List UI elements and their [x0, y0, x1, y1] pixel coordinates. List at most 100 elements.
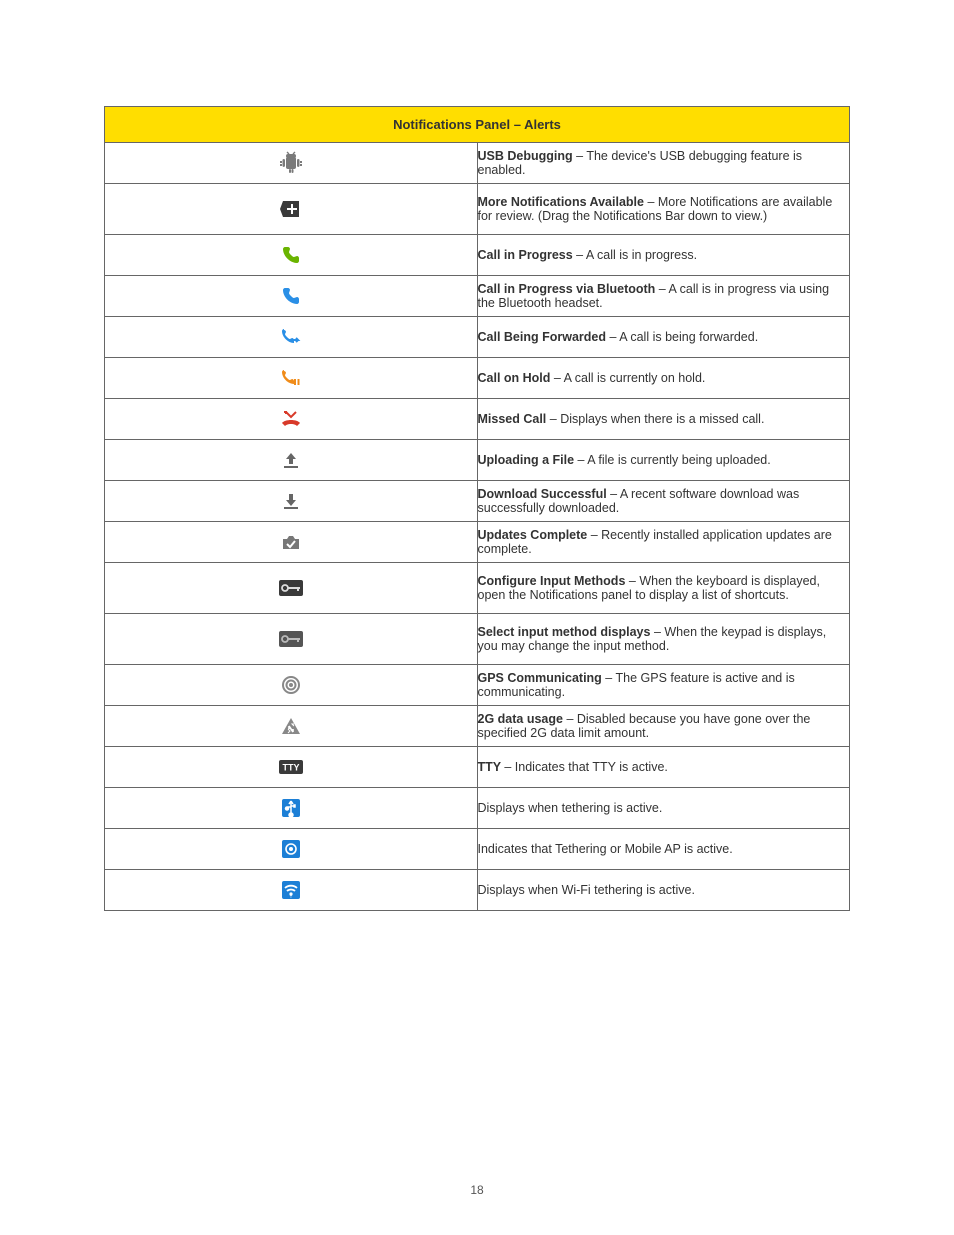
call-green-icon	[280, 244, 302, 266]
table-row: Uploading a File – A file is currently b…	[105, 440, 850, 481]
call-forward-icon	[279, 326, 303, 348]
row-text: Indicates that Tethering or Mobile AP is…	[478, 842, 733, 856]
desc-cell: Call on Hold – A call is currently on ho…	[477, 358, 850, 399]
row-label: Call in Progress	[478, 248, 577, 262]
icon-cell	[105, 143, 478, 184]
table-row: TTY TTY – Indicates that TTY is active.	[105, 747, 850, 788]
icon-cell: TTY	[105, 747, 478, 788]
page-number: 18	[0, 1183, 954, 1197]
data-limit-icon	[280, 716, 302, 736]
row-dash: –	[647, 195, 657, 209]
icon-cell	[105, 788, 478, 829]
table-row: Missed Call – Displays when there is a m…	[105, 399, 850, 440]
desc-cell: GPS Communicating – The GPS feature is a…	[477, 665, 850, 706]
table-row: Configure Input Methods – When the keybo…	[105, 563, 850, 614]
desc-cell: More Notifications Available – More Noti…	[477, 184, 850, 235]
row-text: A file is currently being uploaded.	[587, 453, 770, 467]
desc-cell: Select input method displays – When the …	[477, 614, 850, 665]
icon-cell: T	[105, 870, 478, 911]
vpn-connected-icon	[278, 579, 304, 597]
missed-call-icon	[280, 409, 302, 429]
desc-cell: 2G data usage – Disabled because you hav…	[477, 706, 850, 747]
table-row: Updates Complete – Recently installed ap…	[105, 522, 850, 563]
desc-cell: Call in Progress – A call is in progress…	[477, 235, 850, 276]
row-dash: –	[591, 528, 601, 542]
icon-cell	[105, 358, 478, 399]
download-icon	[281, 491, 301, 511]
table-row: Call in Progress via Bluetooth – A call …	[105, 276, 850, 317]
row-dash: –	[554, 371, 564, 385]
row-dash: –	[605, 671, 615, 685]
row-dash: –	[654, 625, 664, 639]
icon-cell	[105, 399, 478, 440]
row-label: Call on Hold	[478, 371, 554, 385]
row-text: Indicates that TTY is active.	[515, 760, 668, 774]
table-row: More Notifications Available – More Noti…	[105, 184, 850, 235]
row-text: A call is in progress.	[586, 248, 697, 262]
icon-cell	[105, 235, 478, 276]
icon-cell	[105, 317, 478, 358]
row-dash: –	[576, 248, 586, 262]
desc-cell: Configure Input Methods – When the keybo…	[477, 563, 850, 614]
row-text: Displays when there is a missed call.	[560, 412, 764, 426]
row-dash: –	[566, 712, 576, 726]
row-text: A call is currently on hold.	[564, 371, 706, 385]
call-hold-icon	[279, 367, 303, 389]
row-text: Displays when Wi-Fi tethering is active.	[478, 883, 695, 897]
hotspot-active-icon	[280, 838, 302, 860]
header-title-suffix: Alerts	[524, 117, 561, 132]
header-title-bold: –	[514, 117, 524, 132]
row-label: Uploading a File	[478, 453, 578, 467]
desc-cell: Displays when tethering is active.	[477, 788, 850, 829]
desc-cell: USB Debugging – The device's USB debuggi…	[477, 143, 850, 184]
table-row: Displays when tethering is active.	[105, 788, 850, 829]
header-title-prefix: Notifications Panel	[393, 117, 514, 132]
row-dash: –	[576, 149, 586, 163]
row-dash: –	[578, 453, 588, 467]
row-label: 2G data usage	[478, 712, 567, 726]
icon-cell	[105, 665, 478, 706]
row-label: Call Being Forwarded	[478, 330, 610, 344]
tty-icon: TTY	[278, 759, 304, 775]
row-label: TTY	[478, 760, 505, 774]
table-row: Call on Hold – A call is currently on ho…	[105, 358, 850, 399]
row-dash: –	[610, 487, 620, 501]
table-row: T Displays when Wi-Fi tethering is activ…	[105, 870, 850, 911]
notification-icon-table: Notifications Panel – Alerts	[104, 106, 850, 911]
table-row: Download Successful – A recent software …	[105, 481, 850, 522]
icon-cell	[105, 522, 478, 563]
icon-cell	[105, 481, 478, 522]
android-debug-icon	[278, 151, 304, 175]
icon-cell	[105, 706, 478, 747]
table-row: USB Debugging – The device's USB debuggi…	[105, 143, 850, 184]
row-label: Select input method displays	[478, 625, 654, 639]
desc-cell: Call Being Forwarded – A call is being f…	[477, 317, 850, 358]
row-dash: –	[550, 412, 560, 426]
page: Notifications Panel – Alerts	[0, 0, 954, 1235]
row-dash: –	[659, 282, 669, 296]
table-row: Call in Progress – A call is in progress…	[105, 235, 850, 276]
desc-cell: Download Successful – A recent software …	[477, 481, 850, 522]
desc-cell: TTY – Indicates that TTY is active.	[477, 747, 850, 788]
vpn-disconnected-icon	[278, 630, 304, 648]
row-dash: –	[504, 760, 514, 774]
row-text: Displays when tethering is active.	[478, 801, 663, 815]
table-row: Indicates that Tethering or Mobile AP is…	[105, 829, 850, 870]
desc-cell: Missed Call – Displays when there is a m…	[477, 399, 850, 440]
desc-cell: Indicates that Tethering or Mobile AP is…	[477, 829, 850, 870]
row-label: Download Successful	[478, 487, 611, 501]
icon-cell	[105, 614, 478, 665]
row-label: Missed Call	[478, 412, 550, 426]
row-dash: –	[629, 574, 639, 588]
table-row: 2G data usage – Disabled because you hav…	[105, 706, 850, 747]
row-label: USB Debugging	[478, 149, 577, 163]
updates-complete-icon	[280, 532, 302, 552]
call-blue-icon	[280, 285, 302, 307]
icon-cell	[105, 829, 478, 870]
gps-active-icon	[281, 675, 301, 695]
row-label: More Notifications Available	[478, 195, 648, 209]
row-label: Call in Progress via Bluetooth	[478, 282, 659, 296]
desc-cell: Displays when Wi-Fi tethering is active.	[477, 870, 850, 911]
table-row: GPS Communicating – The GPS feature is a…	[105, 665, 850, 706]
icon-cell	[105, 184, 478, 235]
